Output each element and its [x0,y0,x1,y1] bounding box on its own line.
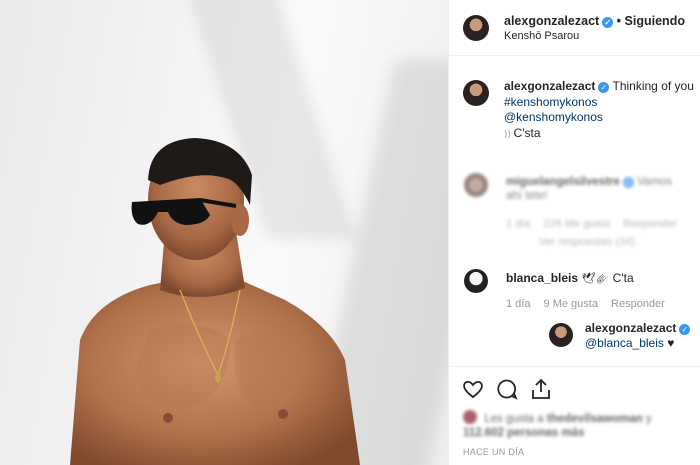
caption-avatar[interactable] [463,80,489,106]
commenter-username[interactable]: blanca_bleis [506,271,578,285]
reply-text: alexgonzalezact ✓ @blanca_bleis ♥ [585,321,691,351]
verified-badge-icon: ✓ [598,82,610,93]
verified-badge-icon: ✓ [679,324,691,335]
photo-subject [70,138,360,465]
comment-icon[interactable] [496,377,520,401]
post-header: alexgonzalezact ✓ • Siguiendo Kenshō Psar… [449,0,700,56]
commenter-username[interactable]: miguelangelsilvestre [506,176,620,188]
post-caption: alexgonzalezact ✓ Thinking of you #kensho… [504,79,694,142]
separator: • [616,14,622,28]
comment-text: miguelangelsilvestre ✓ Vamos ahí tete! [506,176,672,202]
header-user-line: alexgonzalezact ✓ • Siguiendo [504,14,685,28]
comment-meta: 1 día 226 Me gusta Responder [506,218,678,230]
reply-avatar[interactable] [549,323,573,347]
comment-meta: 1 día 9 Me gusta Responder [506,298,665,310]
author-username[interactable]: alexgonzalezact [504,14,599,28]
caption-extra: ⟩⟩ C'sta [504,125,541,140]
commenter-avatar[interactable] [464,269,488,293]
follow-button[interactable]: Siguiendo [625,14,685,28]
author-avatar[interactable] [463,15,489,41]
commenter-avatar[interactable] [464,173,488,197]
verified-badge-icon: ✓ [602,17,614,28]
heart-icon[interactable] [461,377,485,401]
location-link[interactable]: Kenshō Psarou [504,30,579,42]
post-photo[interactable] [0,0,448,465]
share-icon[interactable] [529,377,553,401]
reply-username[interactable]: alexgonzalezact [585,321,676,335]
post-details-panel: alexgonzalezact ✓ • Siguiendo Kenshō Psar… [448,0,700,465]
liker-avatar [463,410,477,424]
heart-emoji-icon: ♥ [667,336,675,350]
view-replies-link[interactable]: Ver respuestas (34) [539,236,635,248]
likes-summary[interactable]: Les gusta a thedevilsawoman y 112.602 pe… [463,410,693,440]
hashtag-link[interactable]: #kenshomykonos [504,95,694,111]
caption-username[interactable]: alexgonzalezact [504,79,595,93]
mention-link[interactable]: @blanca_bleis [585,336,664,350]
post-timestamp: HACE UN DÍA [463,447,525,457]
comment-text: blanca_bleis 🕊☄ C'ta [506,271,634,285]
verified-badge-icon: ✓ [622,177,634,188]
post-actions: Les gusta a thedevilsawoman y 112.602 pe… [449,366,700,465]
emoji-icon: 🕊☄ [581,273,610,285]
mention-link[interactable]: @kenshomykonos [504,110,694,126]
caption-text: Thinking of you [612,79,694,93]
